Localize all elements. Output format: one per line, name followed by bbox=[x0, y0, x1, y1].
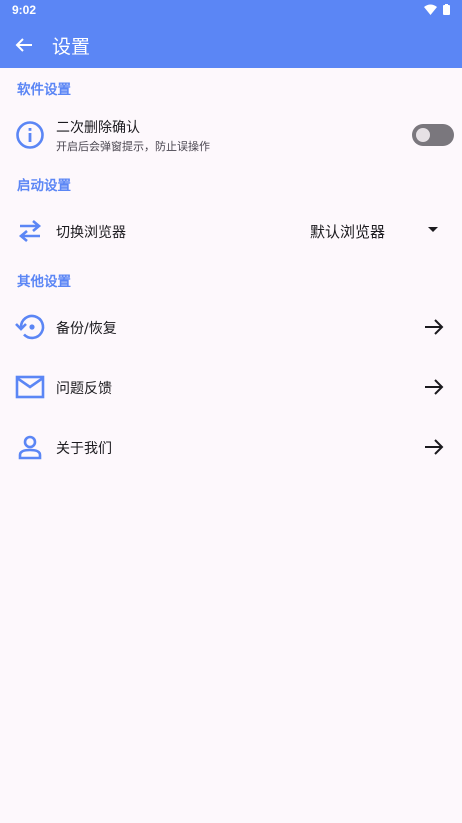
arrow-forward-icon bbox=[422, 315, 446, 339]
browser-select[interactable]: 默认浏览器 bbox=[300, 218, 450, 244]
backup-restore-icon bbox=[14, 311, 46, 343]
chevron-down-icon bbox=[428, 227, 438, 232]
app-bar: 9:02 设置 bbox=[0, 0, 462, 68]
battery-icon bbox=[443, 4, 450, 15]
swap-icon bbox=[14, 215, 46, 247]
setting-about[interactable]: 关于我们 bbox=[0, 422, 462, 472]
page-title: 设置 bbox=[52, 36, 91, 58]
setting-title: 备份/恢复 bbox=[56, 321, 117, 337]
back-button[interactable] bbox=[10, 33, 38, 57]
setting-backup-restore[interactable]: 备份/恢复 bbox=[0, 302, 462, 352]
section-header-launch: 启动设置 bbox=[17, 178, 71, 194]
toggle-knob bbox=[416, 128, 430, 142]
status-icons bbox=[424, 4, 450, 15]
setting-confirm-delete[interactable]: 二次删除确认 开启后会弹窗提示，防止误操作 bbox=[0, 108, 462, 160]
setting-feedback[interactable]: 问题反馈 bbox=[0, 362, 462, 412]
section-header-other: 其他设置 bbox=[17, 274, 71, 290]
person-icon bbox=[14, 431, 46, 463]
setting-title: 问题反馈 bbox=[56, 381, 112, 397]
arrow-back-icon bbox=[15, 38, 32, 52]
setting-subtitle: 开启后会弹窗提示，防止误操作 bbox=[56, 140, 210, 153]
wifi-icon bbox=[424, 4, 437, 15]
arrow-forward-icon bbox=[422, 435, 446, 459]
status-time: 9:02 bbox=[12, 3, 37, 17]
setting-title: 二次删除确认 bbox=[56, 120, 140, 136]
confirm-delete-toggle[interactable] bbox=[412, 124, 454, 146]
setting-title: 切换浏览器 bbox=[56, 225, 126, 241]
mail-icon bbox=[14, 371, 46, 403]
info-icon bbox=[14, 119, 46, 151]
setting-title: 关于我们 bbox=[56, 441, 112, 457]
browser-select-value: 默认浏览器 bbox=[310, 223, 386, 241]
section-header-software: 软件设置 bbox=[17, 82, 71, 98]
arrow-forward-icon bbox=[422, 375, 446, 399]
